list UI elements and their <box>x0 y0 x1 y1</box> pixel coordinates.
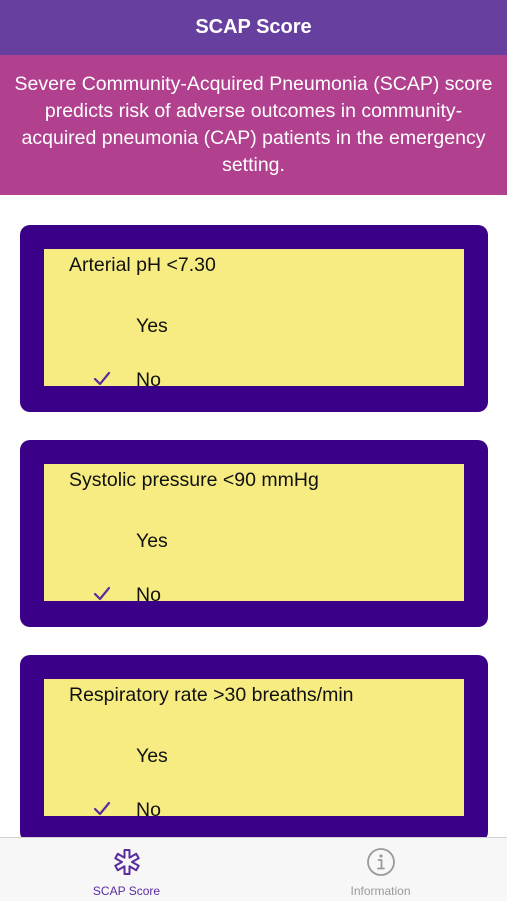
option-label: No <box>136 584 161 606</box>
option-label: Yes <box>136 315 168 337</box>
checkmark-icon <box>92 799 112 819</box>
option-yes[interactable]: Yes <box>44 737 464 777</box>
tab-information[interactable]: Information <box>254 838 507 901</box>
checkmark-icon <box>92 369 112 389</box>
tab-scap-score[interactable]: SCAP Score <box>0 838 253 901</box>
question-label: Arterial pH <7.30 <box>69 254 216 276</box>
tab-label: Information <box>350 884 411 898</box>
checkmark-icon <box>92 584 112 604</box>
question-card-systolic-pressure: Systolic pressure <90 mmHg Yes No <box>20 440 488 627</box>
description-banner: Severe Community-Acquired Pneumonia (SCA… <box>0 55 507 195</box>
option-no[interactable]: No <box>44 361 464 401</box>
banner-text: Severe Community-Acquired Pneumonia (SCA… <box>14 73 493 176</box>
option-label: No <box>136 369 161 391</box>
info-icon <box>366 847 396 877</box>
option-label: Yes <box>136 530 168 552</box>
tab-bar: SCAP Score Information <box>0 837 507 901</box>
option-label: Yes <box>136 745 168 767</box>
tab-label: SCAP Score <box>92 884 161 898</box>
question-card-respiratory-rate: Respiratory rate >30 breaths/min Yes No <box>20 655 488 842</box>
page-title: SCAP Score <box>195 16 312 38</box>
question-card-arterial-ph: Arterial pH <7.30 Yes No <box>20 225 488 412</box>
option-yes[interactable]: Yes <box>44 307 464 347</box>
nav-bar: SCAP Score <box>0 0 507 55</box>
option-no[interactable]: No <box>44 791 464 831</box>
option-yes[interactable]: Yes <box>44 522 464 562</box>
question-panel: Arterial pH <7.30 Yes No <box>44 249 464 391</box>
asterisk-icon <box>112 847 142 877</box>
question-panel: Respiratory rate >30 breaths/min Yes No <box>44 679 464 821</box>
question-panel: Systolic pressure <90 mmHg Yes No <box>44 464 464 606</box>
option-label: No <box>136 799 161 821</box>
question-label: Systolic pressure <90 mmHg <box>69 469 319 491</box>
option-no[interactable]: No <box>44 576 464 616</box>
question-label: Respiratory rate >30 breaths/min <box>69 684 354 706</box>
